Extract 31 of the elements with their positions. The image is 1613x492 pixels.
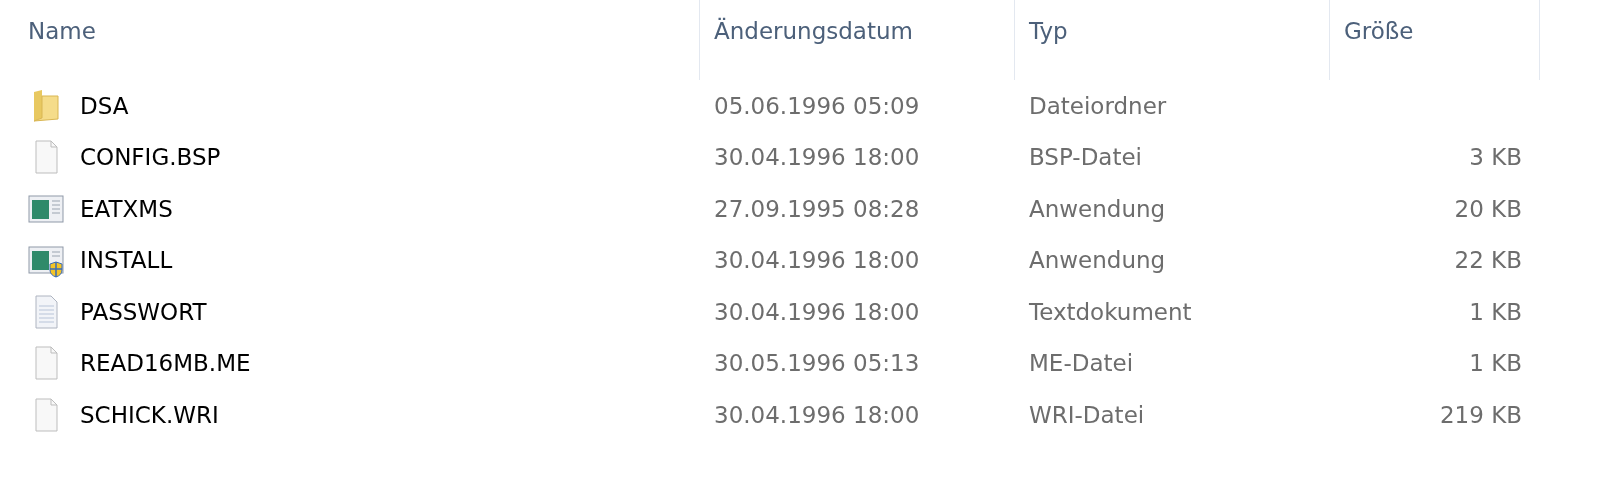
modified-date: 30.04.1996 18:00 — [714, 401, 920, 428]
file-type: BSP-Datei — [1029, 144, 1142, 171]
file-type: Textdokument — [1029, 298, 1192, 325]
modified-date: 27.09.1995 08:28 — [714, 195, 920, 222]
file-type: WRI-Datei — [1029, 401, 1145, 428]
file-size: 3 KB — [1469, 144, 1522, 171]
file-name[interactable]: READ16MB.ME — [80, 350, 251, 377]
column-header[interactable]: Änderungsdatum — [714, 18, 913, 44]
file-size: 1 KB — [1469, 298, 1522, 325]
column-header[interactable]: Typ — [1029, 18, 1068, 44]
file-name[interactable]: CONFIG.BSP — [80, 144, 221, 171]
file-name[interactable]: DSA — [80, 92, 129, 119]
file-name[interactable]: INSTALL — [80, 247, 173, 274]
file-size: 20 KB — [1454, 195, 1522, 222]
modified-date: 30.04.1996 18:00 — [714, 144, 920, 171]
file-type: Anwendung — [1029, 247, 1166, 274]
file-type: Anwendung — [1029, 195, 1166, 222]
file-size: 22 KB — [1454, 247, 1522, 274]
file-type: ME-Datei — [1029, 350, 1134, 377]
column-header[interactable]: Name — [28, 18, 96, 44]
file-name[interactable]: SCHICK.WRI — [80, 401, 219, 428]
file-name[interactable]: EATXMS — [80, 195, 173, 222]
modified-date: 30.05.1996 05:13 — [714, 350, 920, 377]
modified-date: 30.04.1996 18:00 — [714, 298, 920, 325]
file-name[interactable]: PASSWORT — [80, 298, 207, 325]
modified-date: 05.06.1996 05:09 — [714, 92, 920, 119]
file-type: Dateiordner — [1029, 92, 1167, 119]
column-header[interactable]: Größe — [1344, 18, 1414, 44]
modified-date: 30.04.1996 18:00 — [714, 247, 920, 274]
file-size: 1 KB — [1469, 350, 1522, 377]
file-size: 219 KB — [1439, 401, 1522, 428]
